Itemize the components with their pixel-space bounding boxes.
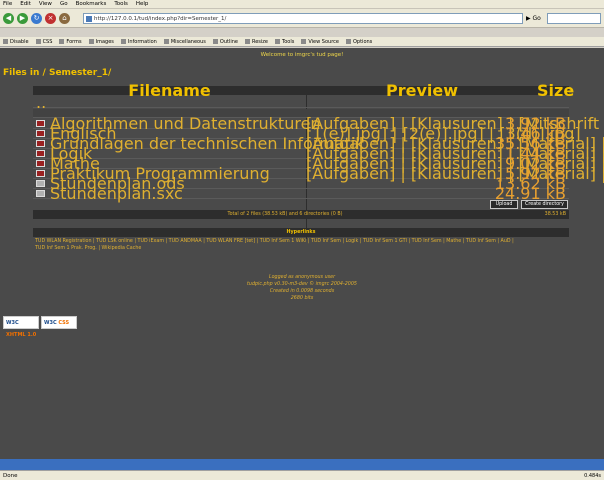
forms-icon (59, 39, 65, 44)
folder-icon (36, 120, 45, 127)
hyperlinks-header: Hyperlinks (33, 228, 569, 237)
dev-images[interactable]: Images (88, 37, 114, 46)
column-size[interactable]: Size (537, 83, 574, 99)
options-icon (345, 39, 351, 44)
web-developer-toolbar: Disable CSS Forms Images Information Mis… (0, 37, 604, 47)
status-text: Done (3, 473, 18, 479)
forward-arrow-icon[interactable]: ▶ (17, 12, 28, 24)
css-icon (35, 39, 41, 44)
menu-edit[interactable]: Edit (20, 0, 31, 8)
search-input[interactable] (547, 13, 601, 24)
status-timing: 0.484s (584, 473, 601, 479)
column-filename[interactable]: Filename (33, 83, 306, 99)
url-text: http://127.0.0.1/tud/index.php?dir=Semes… (94, 16, 227, 22)
stop-icon[interactable]: × (45, 12, 56, 24)
file-size: 24.91 kB (494, 184, 566, 203)
dev-tools[interactable]: Tools (275, 37, 294, 46)
xhtml-badge-text: XHTML 1.0 (6, 332, 37, 338)
menu-view[interactable]: View (39, 0, 52, 8)
back-arrow-icon[interactable]: ◀ (3, 12, 14, 24)
dev-view-source[interactable]: View Source (301, 37, 339, 46)
disable-icon (3, 39, 8, 44)
information-icon (120, 39, 126, 44)
footer-bits: 2680 bits (290, 296, 314, 301)
footer-login: Logged as anonymous user (268, 275, 336, 280)
table-row[interactable]: .. (33, 95, 569, 111)
go-label: Go (532, 15, 541, 22)
reload-icon[interactable]: ↻ (31, 12, 42, 24)
miscellaneous-icon (163, 39, 169, 44)
dev-information[interactable]: Information (120, 37, 157, 46)
menu-tools[interactable]: Tools (114, 0, 128, 8)
taskbar (0, 459, 604, 470)
status-bar: Done 0.484s (0, 470, 604, 480)
folder-icon (36, 150, 45, 157)
column-preview: Preview (385, 81, 458, 100)
images-icon (88, 39, 94, 44)
css-badge-text: CSS (58, 320, 70, 326)
folder-icon (36, 140, 45, 147)
file-name-link[interactable]: Stundenplan.sxc (50, 186, 183, 202)
total-summary: Total of 2 files (38.53 kB) and 6 direct… (227, 212, 343, 217)
dev-disable[interactable]: Disable (3, 37, 29, 46)
dev-options[interactable]: Options (345, 37, 372, 46)
menu-bar: File Edit View Go Bookmarks Tools Help (0, 0, 604, 9)
hyperlinks-list: TUD WLAN Registration | TUD LSK online |… (33, 237, 569, 253)
dev-forms[interactable]: Forms (59, 37, 82, 46)
menu-bookmarks[interactable]: Bookmarks (76, 0, 107, 8)
page-title: Files in / Semester_1/ (3, 68, 112, 78)
menu-help[interactable]: Help (136, 0, 149, 8)
home-icon[interactable]: ⌂ (59, 12, 70, 24)
folder-icon (36, 170, 45, 177)
site-favicon-icon (86, 16, 92, 22)
folder-icon (36, 130, 45, 137)
footer-timing: Created in 0.0098 seconds (269, 289, 335, 294)
dev-outline[interactable]: Outline (212, 37, 238, 46)
file-icon (36, 180, 45, 187)
go-button[interactable]: ▶ Go (526, 13, 542, 24)
welcome-text: Welcome to imgrc's tud page! (260, 52, 344, 58)
create-directory-button[interactable]: Create directory (521, 200, 568, 209)
file-name-link[interactable]: .. (36, 95, 46, 111)
hyperlinks-line-1[interactable]: TUD WLAN Registration | TUD LSK online |… (35, 238, 567, 245)
menu-file[interactable]: File (3, 0, 12, 8)
view-source-icon (301, 39, 307, 44)
hyperlinks-line-2[interactable]: TUD Inf Sem 1 Prak. Prog. | Wikipedia Ca… (35, 245, 567, 252)
w3c-xhtml-badge[interactable]: W3C XHTML 1.0 (3, 316, 39, 338)
total-size: 38.53 kB (544, 212, 566, 217)
dev-css[interactable]: CSS (35, 37, 52, 46)
footer-info: Logged as anonymous user tudpic.php v0.3… (0, 274, 604, 302)
outline-icon (212, 39, 218, 44)
upload-button[interactable]: Upload (490, 200, 518, 209)
total-bar: Total of 2 files (38.53 kB) and 6 direct… (33, 210, 569, 219)
dev-resize[interactable]: Resize (244, 37, 268, 46)
folder-icon (36, 160, 45, 167)
resize-icon (244, 39, 250, 44)
tools-icon (275, 39, 281, 44)
menu-go[interactable]: Go (60, 0, 68, 8)
page-content: Welcome to imgrc's tud page! Files in / … (0, 48, 604, 459)
footer-version: tudpic.php v0.30-m3-dev © imgrc 2004-200… (247, 282, 357, 287)
browser-window: File Edit View Go Bookmarks Tools Help ◀… (0, 0, 604, 480)
w3c-css-badge[interactable]: W3C CSS (41, 316, 77, 329)
address-bar[interactable]: http://127.0.0.1/tud/index.php?dir=Semes… (83, 13, 523, 24)
table-row[interactable]: Stundenplan.sxc 24.91 kB (33, 184, 569, 203)
file-icon (36, 190, 45, 197)
file-table-header: Filename Preview Size (33, 81, 574, 100)
dev-miscellaneous[interactable]: Miscellaneous (163, 37, 206, 46)
